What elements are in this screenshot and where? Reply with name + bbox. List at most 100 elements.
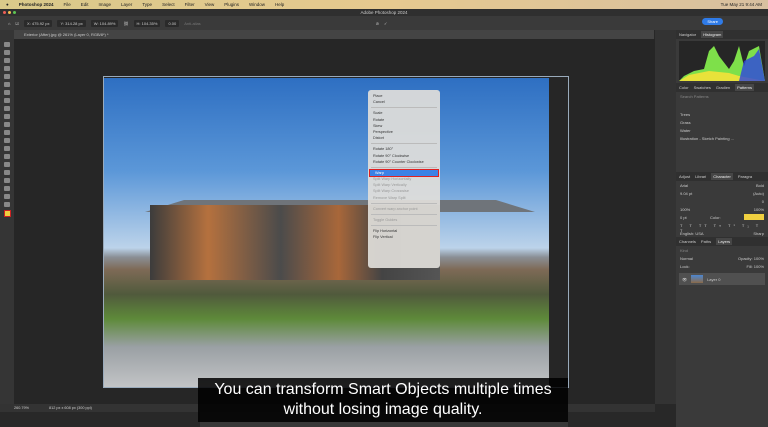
- frame-tool-icon[interactable]: [4, 82, 10, 87]
- menu-item-flip-vertical[interactable]: Flip Vertical: [368, 234, 440, 240]
- menu-item-distort[interactable]: Distort: [368, 135, 440, 141]
- commit-transform-icon[interactable]: ✓: [384, 21, 387, 26]
- layer-thumbnail: [691, 275, 704, 283]
- height-field[interactable]: H: 104.35%: [133, 19, 161, 27]
- menu-plugins[interactable]: Plugins: [224, 2, 239, 7]
- width-field[interactable]: W: 104.89%: [90, 19, 119, 27]
- pattern-group-trees[interactable]: Trees: [676, 110, 768, 118]
- menu-file[interactable]: File: [63, 2, 70, 7]
- baseline-shift-field[interactable]: 0 pt: [680, 215, 687, 220]
- menu-window[interactable]: Window: [249, 2, 265, 7]
- menu-select[interactable]: Select: [162, 2, 175, 7]
- tab-patterns[interactable]: Patterns: [735, 84, 755, 91]
- antialias-option[interactable]: Anti-alias: [184, 21, 200, 26]
- document-tab[interactable]: Exterior (After).jpg @ 261% (Layer 0, RG…: [14, 30, 654, 39]
- marquee-tool-icon[interactable]: [4, 50, 10, 55]
- pattern-group-water[interactable]: Water: [676, 126, 768, 134]
- type-style-buttons[interactable]: T T TT Tт T¹ T₁ T T: [676, 221, 768, 233]
- menu-layer[interactable]: Layer: [121, 2, 132, 7]
- close-window-button[interactable]: [3, 11, 6, 14]
- shape-tool-icon[interactable]: [4, 186, 10, 191]
- toolbar: [0, 30, 14, 404]
- stamp-tool-icon[interactable]: [4, 114, 10, 119]
- menu-app[interactable]: Photoshop 2024: [19, 2, 54, 7]
- tab-channels[interactable]: Channels: [679, 239, 696, 244]
- tab-paths[interactable]: Paths: [701, 239, 711, 244]
- dodge-tool-icon[interactable]: [4, 154, 10, 159]
- opacity-field[interactable]: Opacity: 100%: [738, 256, 764, 261]
- y-field[interactable]: Y: 314.28 px: [57, 19, 86, 27]
- caption-line-1: You can transform Smart Objects multiple…: [214, 381, 552, 398]
- tab-histogram[interactable]: Histogram: [701, 31, 724, 38]
- antialias-select[interactable]: Sharp: [753, 231, 764, 236]
- menu-type[interactable]: Type: [142, 2, 152, 7]
- x-field[interactable]: X: 475.92 px: [24, 19, 53, 27]
- layer-row[interactable]: 👁 Layer 0: [679, 273, 765, 285]
- pattern-group-grass[interactable]: Grass: [676, 118, 768, 126]
- menu-item-cancel[interactable]: Cancel: [368, 99, 440, 105]
- minimize-window-button[interactable]: [8, 11, 11, 14]
- brush-tool-icon[interactable]: [4, 106, 10, 111]
- search-patterns-input[interactable]: Search Patterns: [676, 92, 768, 100]
- blur-tool-icon[interactable]: [4, 146, 10, 151]
- type-tool-icon[interactable]: [4, 170, 10, 175]
- zoom-tool-icon[interactable]: [4, 202, 10, 207]
- select-tool-icon[interactable]: [4, 66, 10, 71]
- tab-adjust[interactable]: Adjust: [679, 174, 690, 179]
- share-button[interactable]: Share: [702, 18, 723, 25]
- link-icon[interactable]: ⛓: [123, 21, 128, 26]
- path-select-icon[interactable]: [4, 178, 10, 183]
- leading-field[interactable]: (Auto): [753, 191, 764, 196]
- menu-separator: [371, 107, 437, 109]
- history-brush-icon[interactable]: [4, 122, 10, 127]
- right-panels: Navigator Histogram Color Swatches Gradien P…: [676, 30, 768, 427]
- menu-help[interactable]: Help: [275, 2, 284, 7]
- font-style-select[interactable]: Bold: [756, 183, 764, 188]
- pattern-group-illustration[interactable]: Illustration - Sketch Painting ...: [676, 134, 768, 142]
- tracking-field[interactable]: 0: [762, 199, 764, 204]
- healing-tool-icon[interactable]: [4, 98, 10, 103]
- hand-tool-icon[interactable]: [4, 194, 10, 199]
- text-color-swatch[interactable]: [744, 214, 764, 220]
- language-select[interactable]: English: USA: [680, 231, 704, 236]
- histogram: [679, 41, 765, 81]
- fill-field[interactable]: Fill: 100%: [746, 264, 764, 269]
- menu-separator: [371, 214, 437, 215]
- video-caption: You can transform Smart Objects multiple…: [198, 378, 568, 422]
- tab-swatches[interactable]: Swatches: [694, 85, 711, 90]
- tab-navigator[interactable]: Navigator: [679, 32, 696, 37]
- tab-paragraph[interactable]: Paragra: [738, 174, 752, 179]
- cancel-transform-icon[interactable]: ⊘: [376, 21, 379, 26]
- vertical-scale-field[interactable]: 100%: [680, 207, 690, 212]
- menu-filter[interactable]: Filter: [185, 2, 195, 7]
- tab-layers[interactable]: Layers: [716, 238, 733, 245]
- tab-color[interactable]: Color: [679, 85, 689, 90]
- reference-point-checkbox[interactable]: ☑: [15, 21, 19, 26]
- gradient-tool-icon[interactable]: [4, 138, 10, 143]
- pen-tool-icon[interactable]: [4, 162, 10, 167]
- zoom-window-button[interactable]: [13, 11, 16, 14]
- eyedropper-tool-icon[interactable]: [4, 90, 10, 95]
- menu-image[interactable]: Image: [99, 2, 112, 7]
- lasso-tool-icon[interactable]: [4, 58, 10, 63]
- font-family-select[interactable]: Arial: [680, 183, 688, 188]
- menu-item-rotate-90-counter-clockwise[interactable]: Rotate 90° Counter Clockwise: [368, 159, 440, 165]
- layer-kind-filter[interactable]: Kind: [676, 246, 768, 254]
- menu-edit[interactable]: Edit: [81, 2, 89, 7]
- angle-field[interactable]: 0.00: [165, 19, 180, 27]
- move-tool-icon[interactable]: [4, 42, 10, 47]
- zoom-level[interactable]: 260.79%: [14, 404, 29, 412]
- apple-icon[interactable]: ●: [6, 2, 9, 7]
- foreground-color-swatch[interactable]: [3, 210, 11, 217]
- crop-tool-icon[interactable]: [4, 74, 10, 79]
- home-icon[interactable]: ⌂: [8, 21, 10, 26]
- tab-character[interactable]: Character: [711, 173, 733, 180]
- eye-icon[interactable]: 👁: [682, 277, 687, 282]
- tab-libraries[interactable]: Librari: [695, 174, 706, 179]
- font-size-field[interactable]: 9.04 pt: [680, 191, 692, 196]
- eraser-tool-icon[interactable]: [4, 130, 10, 135]
- tab-gradients[interactable]: Gradien: [716, 85, 730, 90]
- menu-view[interactable]: View: [205, 2, 215, 7]
- blend-mode-select[interactable]: Normal: [680, 256, 693, 261]
- horizontal-scale-field[interactable]: 100%: [754, 207, 764, 212]
